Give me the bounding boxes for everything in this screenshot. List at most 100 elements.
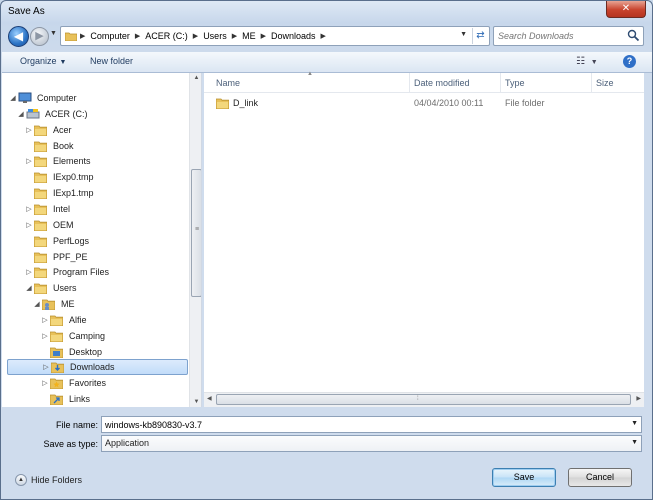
save-as-dialog: Save As ✕ ◀ ▶ ▼ ▶ Computer ▶ ACER (C:) ▶ User… bbox=[0, 0, 653, 500]
expand-arrow-icon[interactable]: ▷ bbox=[24, 268, 34, 276]
expanded-arrow-icon[interactable]: ◢ bbox=[32, 300, 42, 308]
breadcrumb-item[interactable]: Users bbox=[200, 31, 230, 41]
expand-arrow-icon[interactable]: ▷ bbox=[24, 205, 34, 213]
breadcrumb-separator-icon[interactable]: ▶ bbox=[133, 32, 142, 40]
scroll-left-icon[interactable]: ◀ bbox=[207, 395, 212, 402]
column-header-type[interactable]: Type bbox=[501, 73, 592, 93]
tree-item[interactable]: IExp0.tmp bbox=[24, 169, 94, 185]
tree-item[interactable]: ◢ Users bbox=[24, 280, 77, 296]
search-icon[interactable] bbox=[627, 29, 640, 44]
new-folder-button[interactable]: New folder bbox=[90, 56, 133, 66]
collapse-up-icon: ▲ bbox=[15, 474, 27, 486]
file-name-field[interactable]: ▼ bbox=[101, 416, 642, 433]
scrollbar-thumb[interactable] bbox=[216, 394, 631, 405]
breadcrumb-item[interactable]: Computer bbox=[87, 31, 133, 41]
column-header-size[interactable]: Size bbox=[592, 73, 644, 93]
save-as-type-label: Save as type: bbox=[43, 439, 98, 449]
expand-arrow-icon[interactable]: ▷ bbox=[24, 157, 34, 165]
title-bar[interactable]: Save As ✕ bbox=[1, 1, 652, 23]
column-headers: ▲ Name Date modified Type Size bbox=[204, 71, 644, 93]
tree-item[interactable]: ▷ OEM bbox=[24, 217, 74, 233]
tree-item[interactable]: ◢ Computer bbox=[8, 90, 77, 106]
close-button[interactable]: ✕ bbox=[606, 1, 646, 18]
breadcrumb-separator-icon[interactable]: ▶ bbox=[230, 32, 239, 40]
address-dropdown-icon[interactable]: ▼ bbox=[460, 31, 467, 38]
expanded-arrow-icon[interactable]: ◢ bbox=[8, 94, 18, 102]
tree-item-label: Computer bbox=[37, 93, 77, 103]
tree-item-label: OEM bbox=[53, 219, 74, 230]
tree-item-label: Favorites bbox=[69, 378, 107, 389]
navigation-tree[interactable]: ▲ ≡ ▼ ◢ Computer ◢ ACER (C:) ▷ Acer Book ▷ Eleme… bbox=[2, 73, 202, 407]
expand-arrow-icon[interactable]: ▷ bbox=[41, 363, 51, 371]
recent-pages-dropdown-icon[interactable]: ▼ bbox=[50, 30, 57, 37]
desktop-folder-icon bbox=[50, 346, 66, 358]
expand-arrow-icon[interactable]: ▷ bbox=[40, 316, 50, 324]
chevron-down-icon[interactable]: ▼ bbox=[631, 420, 638, 427]
tree-item[interactable]: PPF_PE bbox=[24, 249, 88, 265]
column-header-date[interactable]: Date modified bbox=[410, 73, 501, 93]
tree-item[interactable]: ▷ Favorites bbox=[40, 375, 106, 391]
tree-item[interactable]: ▷ Downloads bbox=[7, 359, 188, 376]
downloads-folder-icon bbox=[51, 361, 67, 374]
tree-item[interactable]: ▷ Acer bbox=[24, 122, 72, 138]
tree-vertical-scrollbar[interactable]: ▲ ≡ ▼ bbox=[189, 73, 201, 407]
organize-button[interactable]: Organize ▼ bbox=[20, 56, 66, 66]
tree-item[interactable]: ▷ Camping bbox=[40, 328, 105, 344]
tree-item[interactable]: ▷ Alfie bbox=[40, 312, 87, 328]
scroll-right-icon[interactable]: ▶ bbox=[636, 395, 641, 402]
tree-item[interactable]: ▷ Elements bbox=[24, 153, 91, 169]
save-as-type-select[interactable]: Application ▼ bbox=[101, 435, 642, 452]
folder-icon bbox=[34, 266, 50, 279]
forward-button[interactable]: ▶ bbox=[30, 27, 49, 46]
expand-arrow-icon[interactable]: ▷ bbox=[24, 221, 34, 229]
breadcrumb-separator-icon[interactable]: ▶ bbox=[191, 32, 200, 40]
column-header-name[interactable]: Name bbox=[212, 73, 410, 93]
change-view-button[interactable]: ☷ ▼ bbox=[576, 56, 598, 67]
expanded-arrow-icon[interactable]: ◢ bbox=[24, 284, 34, 292]
chevron-down-icon[interactable]: ▼ bbox=[631, 439, 638, 446]
tree-item[interactable]: Links bbox=[40, 391, 90, 407]
search-input[interactable] bbox=[498, 29, 623, 43]
back-button[interactable]: ◀ bbox=[8, 26, 29, 47]
tree-item-label: ME bbox=[61, 299, 75, 310]
cancel-button[interactable]: Cancel bbox=[568, 468, 632, 487]
expand-arrow-icon[interactable]: ▷ bbox=[24, 126, 34, 134]
tree-item[interactable]: ▷ Intel bbox=[24, 201, 70, 217]
tree-item[interactable]: Book bbox=[24, 138, 74, 154]
search-box[interactable] bbox=[493, 26, 644, 46]
breadcrumb-item[interactable]: ME bbox=[239, 31, 259, 41]
user-folder-icon bbox=[42, 298, 58, 311]
scrollbar-thumb[interactable]: ≡ bbox=[191, 169, 201, 297]
breadcrumb-separator-icon[interactable]: ▶ bbox=[78, 32, 87, 40]
breadcrumb-item[interactable]: ACER (C:) bbox=[142, 31, 191, 41]
expanded-arrow-icon[interactable]: ◢ bbox=[16, 110, 26, 118]
file-name: D_link bbox=[233, 98, 259, 108]
window-title: Save As bbox=[8, 6, 45, 17]
tree-item[interactable]: IExp1.tmp bbox=[24, 185, 94, 201]
breadcrumb-item[interactable]: Downloads bbox=[268, 31, 319, 41]
save-button[interactable]: Save bbox=[492, 468, 556, 487]
expand-arrow-icon[interactable]: ▷ bbox=[40, 332, 50, 340]
forward-arrow-icon: ▶ bbox=[35, 30, 44, 42]
hide-folders-label: Hide Folders bbox=[31, 475, 83, 485]
address-bar[interactable]: ▶ Computer ▶ ACER (C:) ▶ Users ▶ ME ▶ Downloads ▶ … bbox=[60, 26, 490, 46]
expand-arrow-icon[interactable]: ▷ bbox=[40, 379, 50, 387]
tree-item[interactable]: Desktop bbox=[40, 344, 102, 360]
tree-item[interactable]: ▷ Program Files bbox=[24, 264, 109, 280]
organize-label: Organize bbox=[20, 56, 57, 66]
file-row[interactable]: D_link 04/04/2010 00:11 File folder bbox=[204, 96, 644, 112]
breadcrumb-separator-icon[interactable]: ▶ bbox=[259, 32, 268, 40]
hide-folders-button[interactable]: ▲ Hide Folders bbox=[15, 474, 82, 486]
breadcrumb-separator-icon[interactable]: ▶ bbox=[319, 32, 328, 40]
tree-item[interactable]: ◢ ACER (C:) bbox=[16, 106, 88, 122]
scroll-up-icon[interactable]: ▲ bbox=[190, 75, 201, 81]
refresh-icon[interactable]: ⇄ bbox=[472, 28, 488, 44]
help-button[interactable]: ? bbox=[623, 55, 636, 68]
tree-item[interactable]: ◢ ME bbox=[32, 296, 75, 312]
file-list-horizontal-scrollbar[interactable]: ◀ ⦙ ▶ bbox=[204, 392, 644, 407]
tree-item[interactable]: PerfLogs bbox=[24, 233, 89, 249]
file-list[interactable]: ▲ Name Date modified Type Size D_link 04… bbox=[204, 71, 644, 407]
scroll-down-icon[interactable]: ▼ bbox=[190, 399, 201, 405]
tree-item-label: Desktop bbox=[69, 346, 103, 357]
file-name-input[interactable] bbox=[105, 418, 620, 431]
